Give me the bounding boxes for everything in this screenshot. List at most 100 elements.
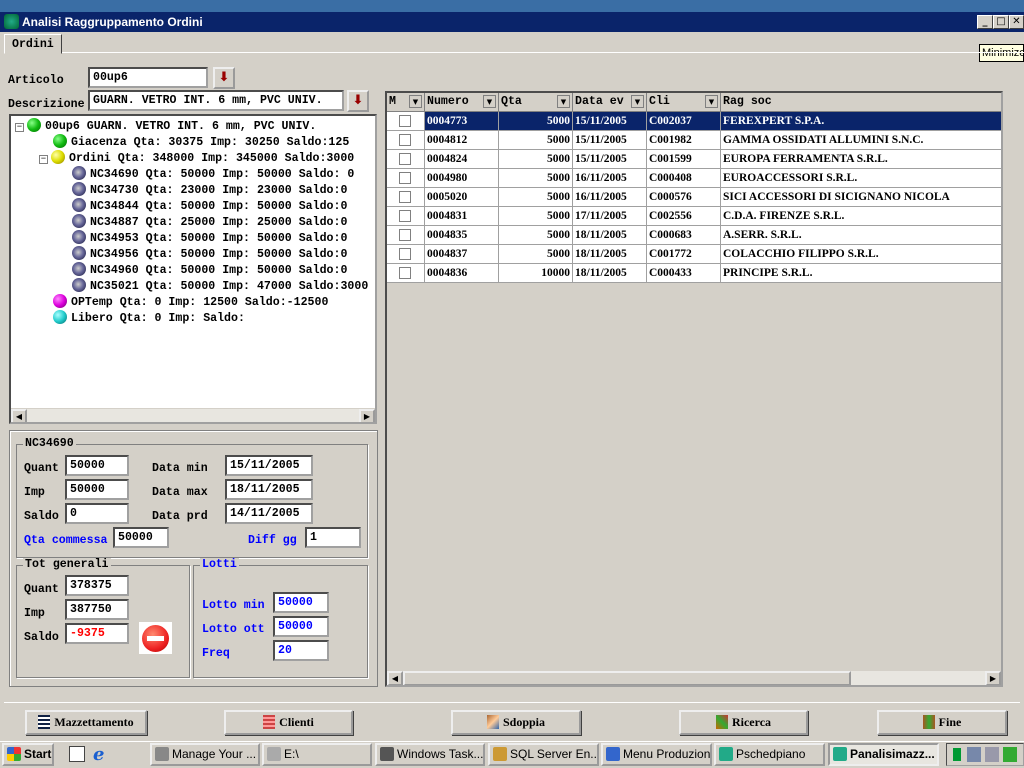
row-checkbox[interactable]	[399, 115, 411, 127]
tree-node[interactable]: − 00up6 GUARN. VETRO INT. 6 mm, PVC UNIV.	[15, 118, 316, 134]
column-header-cli[interactable]: Cli ▼	[647, 93, 721, 112]
tree-node[interactable]: NC34960 Qta: 50000 Imp: 50000 Saldo:0	[72, 262, 347, 278]
tray-network-icon[interactable]	[967, 747, 981, 762]
taskbar-item[interactable]: Pschedpiano	[714, 743, 825, 766]
tree-node[interactable]: Libero Qta: 0 Imp: Saldo:	[53, 310, 245, 326]
row-checkbox[interactable]	[399, 172, 411, 184]
tot-saldo-field[interactable]: -9375	[65, 623, 129, 644]
data-min-field[interactable]: 15/11/2005	[225, 455, 313, 476]
collapse-toggle[interactable]: −	[39, 155, 48, 164]
split-icon	[486, 715, 499, 729]
data-max-field[interactable]: 18/11/2005	[225, 479, 313, 500]
column-header-data-ev[interactable]: Data ev ▼	[573, 93, 647, 112]
taskbar-item[interactable]: Windows Task...	[375, 743, 485, 766]
start-button[interactable]: Start	[2, 743, 54, 766]
tot-imp-label: Imp	[24, 607, 45, 620]
taskbar-item[interactable]: SQL Server En...	[488, 743, 599, 766]
quant-label: Quant	[24, 462, 59, 475]
grid-horizontal-scrollbar[interactable]: ◀ ▶	[387, 670, 1001, 685]
lotto-ott-field[interactable]: 50000	[273, 616, 329, 637]
mazzettamento-button[interactable]: Mazzettamento	[25, 710, 147, 735]
filter-dropdown-icon[interactable]: ▼	[557, 95, 570, 108]
tray-status-icon[interactable]	[953, 748, 961, 761]
tree-node[interactable]: Giacenza Qta: 30375 Imp: 30250 Saldo:125	[53, 134, 349, 150]
tree-node[interactable]: NC34844 Qta: 50000 Imp: 50000 Saldo:0	[72, 198, 347, 214]
ricerca-button[interactable]: Ricerca	[679, 710, 808, 735]
tree-node[interactable]: NC34690 Qta: 50000 Imp: 50000 Saldo: 0	[72, 166, 354, 182]
taskbar-item-label: Panalisimazz...	[850, 747, 935, 761]
tot-imp-field[interactable]: 387750	[65, 599, 129, 620]
column-header-numero[interactable]: Numero ▼	[425, 93, 499, 112]
descrizione-input[interactable]: GUARN. VETRO INT. 6 mm, PVC UNIV.	[88, 90, 344, 111]
lotto-min-field[interactable]: 50000	[273, 592, 329, 613]
fine-button[interactable]: Fine	[877, 710, 1007, 735]
filter-dropdown-icon[interactable]: ▼	[705, 95, 718, 108]
tree-node[interactable]: NC34953 Qta: 50000 Imp: 50000 Saldo:0	[72, 230, 347, 246]
clienti-button[interactable]: Clienti	[224, 710, 353, 735]
column-header-qta[interactable]: Qta ▼	[499, 93, 573, 112]
tray-server-icon[interactable]	[985, 747, 999, 762]
internet-explorer-icon[interactable]: e	[93, 744, 104, 765]
scroll-left-button[interactable]: ◀	[11, 409, 27, 422]
maximize-button[interactable]: □	[993, 15, 1009, 29]
row-checkbox[interactable]	[399, 210, 411, 222]
diff-gg-field[interactable]: 1	[305, 527, 361, 548]
tree-node[interactable]: NC35021 Qta: 50000 Imp: 47000 Saldo:3000	[72, 278, 368, 294]
taskbar-item[interactable]: Menu Produzione	[601, 743, 712, 766]
close-button[interactable]: ✕	[1009, 15, 1024, 29]
row-checkbox[interactable]	[399, 134, 411, 146]
scroll-right-button[interactable]: ▶	[985, 671, 1001, 685]
taskbar-item[interactable]: Panalisimazz...	[828, 743, 939, 766]
scroll-right-button[interactable]: ▶	[359, 409, 375, 422]
ricerca-label: Ricerca	[731, 715, 772, 729]
cell-data-ev: 17/11/2005	[573, 207, 647, 226]
tot-quant-field[interactable]: 378375	[65, 575, 129, 596]
tree-node[interactable]: NC34730 Qta: 23000 Imp: 23000 Saldo:0	[72, 182, 347, 198]
cell-cli: C001772	[647, 245, 721, 264]
freq-field[interactable]: 20	[273, 640, 329, 661]
tree-node[interactable]: NC34887 Qta: 25000 Imp: 25000 Saldo:0	[72, 214, 347, 230]
descrizione-lookup-button[interactable]: ⬇	[347, 90, 369, 112]
collapse-toggle[interactable]: −	[15, 123, 24, 132]
tree-node[interactable]: NC34956 Qta: 50000 Imp: 50000 Saldo:0	[72, 246, 347, 262]
cell-cli: C000576	[647, 188, 721, 207]
imp-field[interactable]: 50000	[65, 479, 129, 500]
row-checkbox[interactable]	[399, 267, 411, 279]
orders-tree[interactable]: − 00up6 GUARN. VETRO INT. 6 mm, PVC UNIV.…	[9, 114, 377, 424]
orders-grid[interactable]: M ▼ Numero ▼ Qta ▼ Data ev ▼ Cli ▼ Rag soc 0004773 5…	[385, 91, 1003, 687]
row-checkbox[interactable]	[399, 153, 411, 165]
row-checkbox[interactable]	[399, 248, 411, 260]
start-label: Start	[24, 747, 52, 761]
saldo-field[interactable]: 0	[65, 503, 129, 524]
mazzettamento-label: Mazzettamento	[54, 715, 134, 729]
taskbar-item[interactable]: E:\	[262, 743, 372, 766]
articolo-lookup-button[interactable]: ⬇	[213, 67, 235, 89]
filter-dropdown-icon[interactable]: ▼	[483, 95, 496, 108]
tree-horizontal-scrollbar[interactable]: ◀ ▶	[11, 408, 375, 422]
quant-field[interactable]: 50000	[65, 455, 129, 476]
qta-commessa-field[interactable]: 50000	[113, 527, 169, 548]
cell-rag-soc: A.SERR. S.R.L.	[721, 226, 1001, 245]
row-checkbox[interactable]	[399, 229, 411, 241]
cell-cli: C002037	[647, 112, 721, 131]
taskbar-item-label: Manage Your ...	[172, 747, 257, 761]
scroll-left-button[interactable]: ◀	[387, 671, 403, 685]
tab-ordini[interactable]: Ordini	[4, 34, 62, 54]
taskbar-item[interactable]: Manage Your ...	[150, 743, 260, 766]
column-header-m[interactable]: M ▼	[387, 93, 425, 112]
scroll-thumb[interactable]	[403, 671, 851, 685]
sdoppia-button[interactable]: Sdoppia	[451, 710, 581, 735]
minimize-button[interactable]: _	[977, 15, 993, 29]
tree-node[interactable]: − Ordini Qta: 348000 Imp: 345000 Saldo:30…	[39, 150, 354, 166]
show-desktop-icon[interactable]	[69, 746, 85, 762]
tot-saldo-label: Saldo	[24, 631, 59, 644]
filter-dropdown-icon[interactable]: ▼	[409, 95, 422, 108]
tray-app-icon[interactable]	[1003, 747, 1017, 762]
row-checkbox[interactable]	[399, 191, 411, 203]
lotti-group: Lotti Lotto min 50000 Lotto ott 50000 Fr…	[193, 558, 368, 678]
tree-node[interactable]: OPTemp Qta: 0 Imp: 12500 Saldo:-12500	[53, 294, 328, 310]
data-prd-field[interactable]: 14/11/2005	[225, 503, 313, 524]
articolo-input[interactable]: 00up6	[88, 67, 208, 88]
filter-dropdown-icon[interactable]: ▼	[631, 95, 644, 108]
column-header-rag-soc[interactable]: Rag soc	[721, 93, 1001, 112]
